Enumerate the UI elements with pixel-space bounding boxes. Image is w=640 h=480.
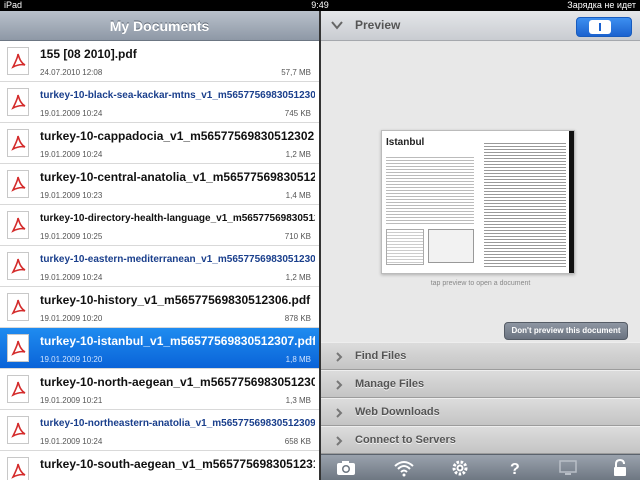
- help-icon[interactable]: ?: [503, 458, 525, 478]
- chevron-down-icon: [331, 21, 343, 30]
- bottom-toolbar: ?: [321, 454, 640, 480]
- menu-label: Find Files: [355, 350, 407, 362]
- file-date: 24.07.2010 12:08: [40, 68, 103, 77]
- actions-menu: Find Files Manage Files Web Downloads Co…: [321, 342, 640, 454]
- file-row[interactable]: turkey-10-south-aegean_v1_m5657756983051…: [0, 451, 319, 480]
- screen: iPad 9:49 Зарядка не идет My Documents 1…: [0, 0, 640, 480]
- file-size: 1,2 MB: [285, 273, 311, 282]
- file-date: 19.01.2009 10:24: [40, 109, 103, 118]
- file-name: turkey-10-north-aegean_v1_m5657756983051…: [40, 375, 315, 389]
- file-date: 19.01.2009 10:21: [40, 396, 103, 405]
- file-size: 878 KB: [284, 314, 311, 323]
- file-name: turkey-10-istanbul_v1_m56577569830512307…: [40, 334, 315, 348]
- menu-connect-to-servers[interactable]: Connect to Servers: [321, 426, 640, 454]
- preview-map-image: [428, 229, 474, 263]
- file-size: 57,7 MB: [281, 68, 311, 77]
- chevron-right-icon: [336, 436, 343, 446]
- file-date: 19.01.2009 10:24: [40, 150, 103, 159]
- menu-manage-files[interactable]: Manage Files: [321, 370, 640, 398]
- preview-page-edge: [569, 131, 574, 273]
- file-name: turkey-10-directory-health-language_v1_m…: [40, 213, 315, 224]
- file-name: turkey-10-history_v1_m56577569830512306.…: [40, 293, 311, 307]
- file-name: turkey-10-south-aegean_v1_m5657756983051…: [40, 457, 315, 471]
- preview-area: Istanbul tap preview to open a document …: [321, 42, 640, 351]
- toggle-knob: [589, 20, 611, 34]
- pdf-icon: [7, 211, 29, 239]
- file-size: 658 KB: [284, 437, 311, 446]
- file-date: 19.01.2009 10:23: [40, 191, 103, 200]
- documents-panel: My Documents 155 [08 2010].pdf 24.07.201…: [0, 11, 319, 480]
- dont-preview-button[interactable]: Don't preview this document: [504, 322, 628, 340]
- preview-panel: Preview Istanbul tap preview to open a d…: [321, 11, 640, 480]
- file-date: 19.01.2009 10:25: [40, 232, 103, 241]
- file-row[interactable]: turkey-10-directory-health-language_v1_m…: [0, 205, 319, 246]
- file-row[interactable]: turkey-10-cappadocia_v1_m565775698305123…: [0, 123, 319, 164]
- file-row[interactable]: turkey-10-eastern-mediterranean_v1_m5657…: [0, 246, 319, 287]
- documents-title: My Documents: [0, 11, 319, 41]
- wifi-icon[interactable]: [393, 458, 415, 478]
- preview-toggle[interactable]: [576, 17, 632, 37]
- file-row[interactable]: turkey-10-black-sea-kackar-mtns_v1_m5657…: [0, 82, 319, 123]
- file-name: turkey-10-cappadocia_v1_m565775698305123…: [40, 129, 315, 143]
- menu-label: Manage Files: [355, 378, 425, 390]
- file-size: 745 KB: [284, 109, 311, 118]
- status-bar: iPad 9:49 Зарядка не идет: [0, 0, 640, 11]
- menu-find-files[interactable]: Find Files: [321, 342, 640, 370]
- menu-web-downloads[interactable]: Web Downloads: [321, 398, 640, 426]
- preview-title: Preview: [355, 18, 401, 32]
- gear-icon[interactable]: [449, 458, 471, 478]
- menu-label: Connect to Servers: [355, 434, 456, 446]
- preview-doc-heading: Istanbul: [386, 137, 425, 148]
- battery-status: Зарядка не идет: [567, 0, 636, 10]
- monitor-icon[interactable]: [557, 458, 579, 478]
- file-name: turkey-10-central-anatolia_v1_m565775698…: [40, 170, 315, 184]
- file-row[interactable]: turkey-10-history_v1_m56577569830512306.…: [0, 287, 319, 328]
- preview-sidebar-box: [386, 229, 424, 265]
- file-name: turkey-10-eastern-mediterranean_v1_m5657…: [40, 254, 315, 265]
- file-size: 1,4 MB: [285, 191, 311, 200]
- pdf-icon: [7, 375, 29, 403]
- preview-text-block: [386, 155, 474, 225]
- document-preview-thumbnail[interactable]: Istanbul: [381, 130, 575, 274]
- chevron-right-icon: [336, 408, 343, 418]
- file-row[interactable]: 155 [08 2010].pdf 24.07.2010 12:08 57,7 …: [0, 41, 319, 82]
- pdf-icon: [7, 293, 29, 321]
- chevron-right-icon: [336, 380, 343, 390]
- menu-label: Web Downloads: [355, 406, 440, 418]
- pdf-icon: [7, 416, 29, 444]
- file-row-selected[interactable]: turkey-10-istanbul_v1_m56577569830512307…: [0, 328, 319, 369]
- file-size: 710 KB: [284, 232, 311, 241]
- pdf-icon: [7, 129, 29, 157]
- help-glyph: ?: [510, 461, 520, 478]
- file-date: 19.01.2009 10:24: [40, 273, 103, 282]
- file-row[interactable]: turkey-10-northeastern-anatolia_v1_m5657…: [0, 410, 319, 451]
- preview-text-column: [484, 141, 566, 267]
- file-name: turkey-10-northeastern-anatolia_v1_m5657…: [40, 418, 315, 429]
- preview-header[interactable]: Preview: [321, 11, 640, 41]
- file-size: 1,3 MB: [285, 396, 311, 405]
- file-name: 155 [08 2010].pdf: [40, 47, 137, 61]
- clock: 9:49: [311, 0, 329, 10]
- file-date: 19.01.2009 10:24: [40, 437, 103, 446]
- file-date: 19.01.2009 10:20: [40, 314, 103, 323]
- chevron-right-icon: [336, 352, 343, 362]
- file-date: 19.01.2009 10:20: [40, 355, 103, 364]
- pdf-icon: [7, 334, 29, 362]
- file-row[interactable]: turkey-10-central-anatolia_v1_m565775698…: [0, 164, 319, 205]
- lock-icon[interactable]: [609, 458, 631, 478]
- camera-icon[interactable]: [335, 458, 357, 478]
- file-size: 1,2 MB: [285, 150, 311, 159]
- pdf-icon: [7, 252, 29, 280]
- file-list: 155 [08 2010].pdf 24.07.2010 12:08 57,7 …: [0, 41, 319, 480]
- pdf-icon: [7, 47, 29, 75]
- file-size: 1,8 MB: [285, 355, 311, 364]
- tap-hint: tap preview to open a document: [430, 280, 531, 287]
- pdf-icon: [7, 170, 29, 198]
- pdf-icon: [7, 88, 29, 116]
- file-name: turkey-10-black-sea-kackar-mtns_v1_m5657…: [40, 90, 315, 101]
- file-row[interactable]: turkey-10-north-aegean_v1_m5657756983051…: [0, 369, 319, 410]
- pdf-icon: [7, 457, 29, 480]
